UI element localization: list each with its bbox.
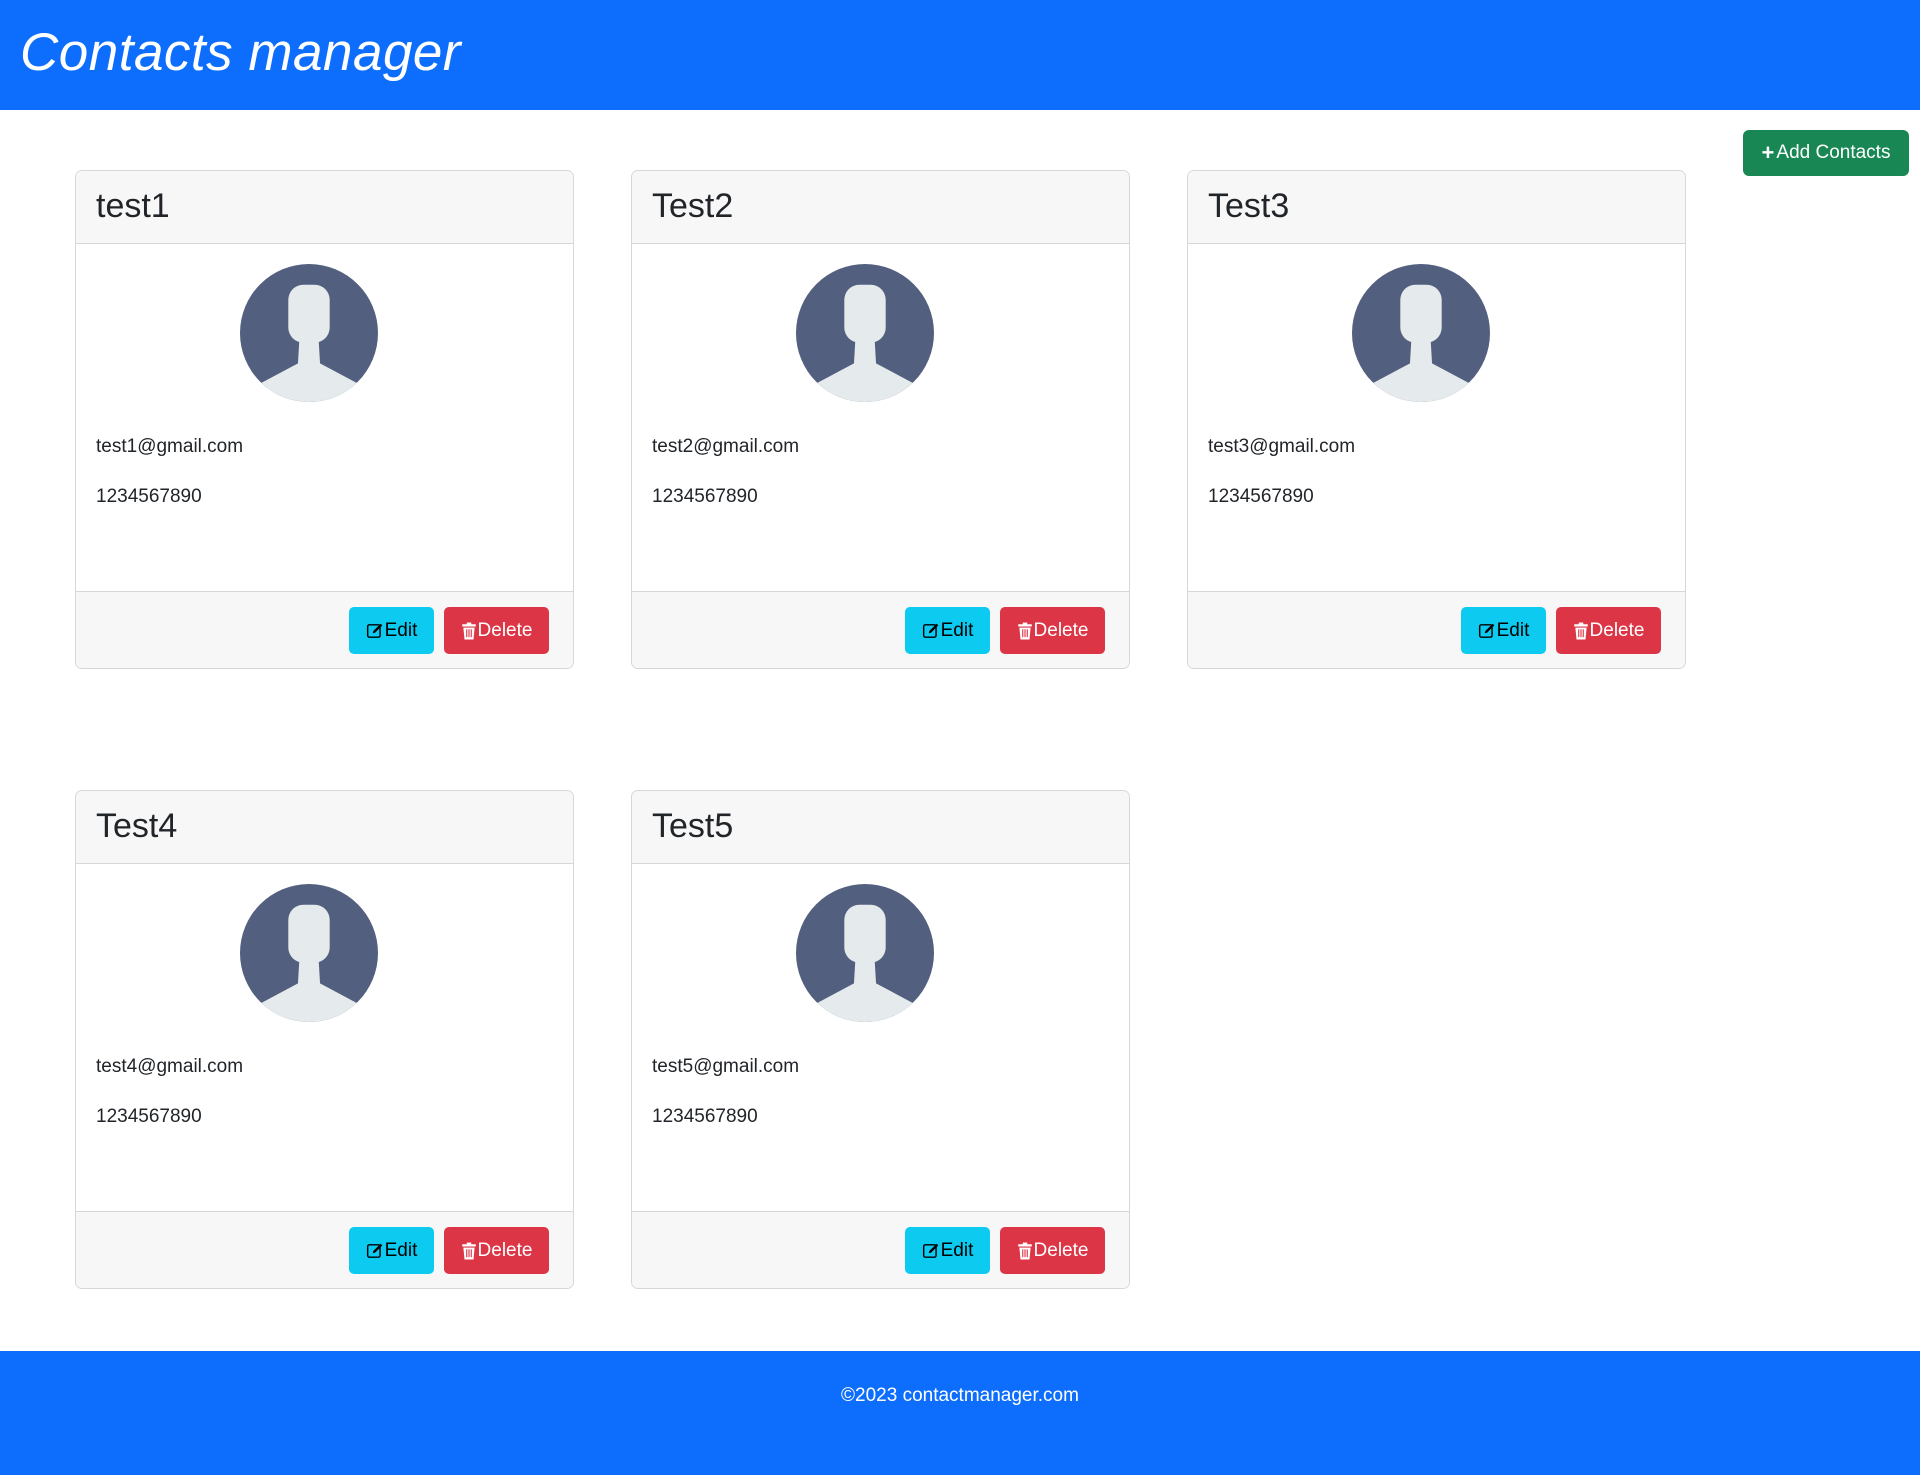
contact-card: Test3 test3@gmail.com 1234567890 Edit De…: [1187, 170, 1686, 669]
contact-name: Test5: [652, 807, 734, 845]
avatar-icon: [796, 264, 934, 402]
trash-icon: [461, 1242, 476, 1259]
plus-icon: +: [1761, 140, 1775, 165]
contact-phone: 1234567890: [96, 486, 202, 507]
card-footer: Edit Delete: [76, 1211, 573, 1288]
card-footer: Edit Delete: [1188, 591, 1685, 668]
edit-icon: [922, 623, 938, 638]
edit-icon: [366, 623, 382, 638]
trash-icon: [1573, 622, 1588, 639]
contact-email: test5@gmail.com: [652, 1056, 800, 1077]
card-header: test1: [76, 171, 573, 244]
contact-name: test1: [96, 187, 170, 225]
edit-icon: [922, 1243, 938, 1258]
edit-label: Edit: [1496, 619, 1530, 641]
contact-phone: 1234567890: [652, 486, 758, 507]
card-header: Test4: [76, 791, 573, 864]
contact-card: test1 test1@gmail.com 1234567890 Edit De…: [75, 170, 574, 669]
edit-button[interactable]: Edit: [905, 607, 990, 654]
trash-icon: [461, 622, 476, 639]
delete-label: Delete: [477, 1239, 533, 1261]
contact-card: Test2 test2@gmail.com 1234567890 Edit De…: [631, 170, 1130, 669]
avatar-icon: [240, 884, 378, 1022]
app-footer: ©2023 contactmanager.com: [0, 1351, 1920, 1475]
delete-button[interactable]: Delete: [444, 1227, 549, 1274]
delete-label: Delete: [477, 619, 533, 641]
edit-label: Edit: [384, 1239, 418, 1261]
contact-card: Test5 test5@gmail.com 1234567890 Edit De…: [631, 790, 1130, 1289]
edit-button[interactable]: Edit: [1461, 607, 1546, 654]
edit-icon: [1478, 623, 1494, 638]
edit-button[interactable]: Edit: [905, 1227, 990, 1274]
edit-icon: [366, 1243, 382, 1258]
contact-phone: 1234567890: [96, 1106, 202, 1127]
contact-card: Test4 test4@gmail.com 1234567890 Edit De…: [75, 790, 574, 1289]
contact-name: Test2: [652, 187, 734, 225]
delete-label: Delete: [1033, 1239, 1089, 1261]
contact-name: Test3: [1208, 187, 1290, 225]
delete-button[interactable]: Delete: [1000, 607, 1105, 654]
add-contacts-button[interactable]: + Add Contacts: [1743, 130, 1909, 176]
card-header: Test2: [632, 171, 1129, 244]
app-title: Contacts manager: [20, 23, 462, 82]
card-footer: Edit Delete: [632, 591, 1129, 668]
delete-button[interactable]: Delete: [1556, 607, 1661, 654]
avatar-icon: [1352, 264, 1490, 402]
edit-button[interactable]: Edit: [349, 1227, 434, 1274]
card-header: Test3: [1188, 171, 1685, 244]
contact-email: test3@gmail.com: [1208, 436, 1356, 457]
add-contacts-label: Add Contacts: [1776, 142, 1891, 163]
avatar-icon: [796, 884, 934, 1022]
delete-button[interactable]: Delete: [444, 607, 549, 654]
contact-name: Test4: [96, 807, 178, 845]
edit-label: Edit: [384, 619, 418, 641]
contact-email: test2@gmail.com: [652, 436, 800, 457]
contact-email: test4@gmail.com: [96, 1056, 244, 1077]
edit-label: Edit: [940, 1239, 974, 1261]
delete-label: Delete: [1033, 619, 1089, 641]
contact-email: test1@gmail.com: [96, 436, 244, 457]
trash-icon: [1017, 1242, 1032, 1259]
trash-icon: [1017, 622, 1032, 639]
delete-label: Delete: [1589, 619, 1645, 641]
avatar-icon: [240, 264, 378, 402]
app-header: Contacts manager: [0, 0, 1920, 110]
edit-label: Edit: [940, 619, 974, 641]
copyright-text: ©2023 contactmanager.com: [841, 1385, 1079, 1406]
edit-button[interactable]: Edit: [349, 607, 434, 654]
card-header: Test5: [632, 791, 1129, 864]
delete-button[interactable]: Delete: [1000, 1227, 1105, 1274]
contact-phone: 1234567890: [1208, 486, 1314, 507]
card-footer: Edit Delete: [76, 591, 573, 668]
card-footer: Edit Delete: [632, 1211, 1129, 1288]
contact-phone: 1234567890: [652, 1106, 758, 1127]
